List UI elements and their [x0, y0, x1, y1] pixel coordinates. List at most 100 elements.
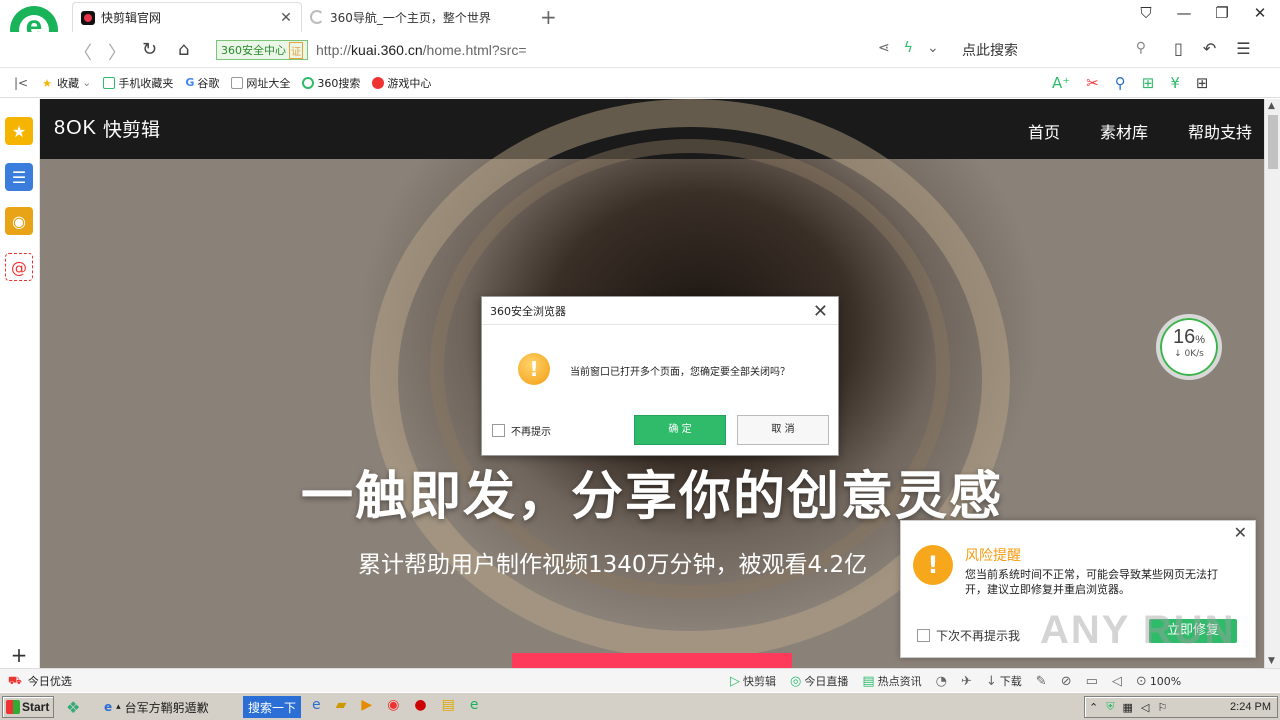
- hero-subtitle: 累计帮助用户制作视频1340万分钟，被观看4.2亿: [358, 552, 868, 578]
- chrome-icon[interactable]: ◉: [387, 697, 399, 713]
- windows-taskbar: Start ❖ e ▴ 台军方鞘躬遁歉 搜索一下 e ▰ ▶ ◉ ● ▤ e ⌃…: [0, 692, 1280, 720]
- download-icon: ↓: [985, 673, 997, 689]
- status-live[interactable]: ◎ 今日直播: [790, 673, 848, 689]
- mail-icon[interactable]: @: [5, 253, 33, 281]
- taskbar-search-button[interactable]: 搜索一下: [243, 696, 301, 718]
- tab-close-icon[interactable]: ✕: [279, 10, 293, 26]
- undo-icon[interactable]: ↶: [1203, 39, 1216, 58]
- refresh-icon[interactable]: ↻: [142, 39, 157, 60]
- status-news[interactable]: ▤ 热点资讯: [862, 673, 921, 689]
- bookmark-mobile[interactable]: 手机收藏夹: [103, 75, 173, 91]
- files-icon[interactable]: ▤: [442, 697, 455, 713]
- cancel-button[interactable]: 取 消: [737, 415, 829, 445]
- task-label: 台军方鞘躬遁歉: [124, 700, 209, 715]
- reader-icon[interactable]: ☰: [5, 163, 33, 191]
- mobile-icon[interactable]: ▯: [1174, 39, 1183, 58]
- checkbox-box[interactable]: [492, 424, 505, 437]
- flag-icon[interactable]: ⚐: [1157, 701, 1167, 714]
- confirm-button[interactable]: 确 定: [634, 415, 726, 445]
- vertical-scrollbar[interactable]: ▲ ▼: [1264, 99, 1280, 668]
- checkbox-box[interactable]: [917, 629, 930, 642]
- nav-home[interactable]: 首页: [1028, 119, 1060, 143]
- bookmark-sites[interactable]: 网址大全: [231, 75, 290, 91]
- translate-icon[interactable]: A⁺: [1052, 74, 1070, 92]
- rocket-icon[interactable]: ✈: [961, 674, 972, 689]
- system-tray: ⌃ ⛨ ▦ ◁ ⚐ 2:24 PM: [1084, 696, 1278, 718]
- speaker-icon[interactable]: ◁: [1141, 701, 1149, 714]
- forward-icon[interactable]: 〉: [108, 39, 126, 65]
- restore-icon[interactable]: ❐: [1212, 4, 1232, 22]
- close-window-icon[interactable]: ✕: [1250, 4, 1270, 22]
- grid-icon[interactable]: ⊞: [1196, 74, 1209, 92]
- ie-icon: e: [104, 700, 113, 714]
- chevron-down-icon[interactable]: ⌄: [927, 40, 939, 56]
- search-input[interactable]: 点此搜索 ⚲: [962, 38, 1152, 62]
- bookmark-label: 网址大全: [246, 76, 291, 90]
- window-icon[interactable]: ▭: [1086, 674, 1098, 689]
- add-icon[interactable]: +: [5, 641, 33, 669]
- menu-icon[interactable]: ☰: [1236, 39, 1250, 58]
- opera-icon[interactable]: ●: [414, 697, 426, 713]
- weibo-icon[interactable]: ◉: [5, 207, 33, 235]
- tray-expand-icon[interactable]: ⌃: [1089, 701, 1098, 714]
- network-speed-widget[interactable]: 16% ↓ 0K/s: [1156, 314, 1222, 380]
- start-button[interactable]: Start: [2, 696, 54, 718]
- search-icon[interactable]: ⚲: [1136, 40, 1146, 56]
- dialog-message: 当前窗口已打开多个页面，您确定要全部关闭吗？: [570, 367, 790, 378]
- new-tab-icon[interactable]: +: [540, 5, 557, 29]
- quicklaunch-icon[interactable]: ❖: [66, 696, 80, 718]
- magnifier-icon[interactable]: ⚲: [1115, 74, 1126, 92]
- status-item-label: 今日直播: [804, 675, 849, 688]
- scroll-thumb[interactable]: [1268, 115, 1278, 169]
- nav-help[interactable]: 帮助支持: [1188, 119, 1252, 143]
- dont-show-again-checkbox[interactable]: 下次不再提示我: [917, 627, 1020, 644]
- yuan-shield-icon[interactable]: ¥: [1170, 74, 1180, 92]
- network-tray-icon[interactable]: ▦: [1122, 701, 1132, 714]
- url-text[interactable]: http://kuai.360.cn/home.html?src=: [316, 42, 527, 58]
- status-download[interactable]: ↓ 下载: [986, 673, 1022, 689]
- share-icon[interactable]: ⋖: [878, 40, 890, 56]
- star-icon: ★: [42, 76, 52, 90]
- popup-close-icon[interactable]: ✕: [1234, 523, 1247, 542]
- dialog-close-icon[interactable]: ✕: [813, 301, 828, 322]
- media-player-icon[interactable]: ▶: [361, 697, 372, 713]
- download-button[interactable]: [512, 653, 792, 668]
- ie-icon[interactable]: e: [312, 697, 321, 713]
- volume-icon[interactable]: ◁: [1112, 674, 1122, 689]
- speedup-icon[interactable]: ◔: [936, 674, 947, 689]
- back-icon[interactable]: 〈: [74, 39, 92, 65]
- browser-360-icon[interactable]: e: [470, 697, 479, 713]
- bookmark-favorites[interactable]: ★ 收藏 ⌄: [42, 75, 91, 91]
- edit-icon[interactable]: ✎: [1036, 674, 1047, 689]
- collapse-sidebar-icon[interactable]: |<: [14, 76, 28, 90]
- shirt-skin-icon[interactable]: ⛉: [1136, 4, 1156, 22]
- browser-status-bar: ⛟ 今日优选 ▷ 快剪辑 ◎ 今日直播 ▤ 热点资讯 ◔ ✈ ↓ 下载 ✎ ⊘ ▭ ◁ …: [0, 668, 1280, 692]
- bookmark-google[interactable]: G 谷歌: [185, 75, 219, 91]
- scroll-up-icon[interactable]: ▲: [1268, 101, 1275, 111]
- tab-kuaijianji[interactable]: 快剪辑官网 ✕: [72, 2, 302, 32]
- shield-icon[interactable]: ⛨: [1106, 700, 1114, 714]
- nav-library[interactable]: 素材库: [1100, 119, 1148, 143]
- network-icon[interactable]: ⊘: [1061, 674, 1072, 689]
- dont-remind-checkbox[interactable]: 不再提示: [492, 423, 551, 438]
- scroll-down-icon[interactable]: ▼: [1268, 656, 1275, 666]
- certificate-icon: 证: [289, 41, 303, 59]
- home-icon[interactable]: ⌂: [178, 39, 189, 60]
- security-badge[interactable]: 360安全中心 证: [216, 40, 308, 60]
- site-logo[interactable]: 8OK 快剪辑: [54, 115, 160, 142]
- status-kuaijianji[interactable]: ▷ 快剪辑: [730, 673, 776, 689]
- favorites-icon[interactable]: ★: [5, 117, 33, 145]
- minimize-icon[interactable]: —: [1174, 4, 1194, 22]
- anyrun-watermark: ANY RUN: [1040, 608, 1236, 652]
- today-picks[interactable]: 今日优选: [28, 673, 72, 689]
- bookmark-games[interactable]: 游戏中心: [372, 75, 431, 91]
- folder-icon[interactable]: ▰: [336, 697, 347, 713]
- bookmark-360search[interactable]: 360搜索: [302, 75, 360, 91]
- tab-360-nav[interactable]: 360导航_一个主页，整个世界: [302, 2, 532, 32]
- address-bar[interactable]: 360安全中心 证 http://kuai.360.cn/home.html?s…: [216, 37, 946, 63]
- scissors-icon[interactable]: ✂: [1086, 74, 1099, 92]
- lightning-icon[interactable]: ϟ: [904, 40, 913, 56]
- zoom-control[interactable]: ⊙ 100%: [1136, 674, 1181, 689]
- gamepad-icon[interactable]: ⊞: [1142, 74, 1155, 92]
- taskbar-ie-task[interactable]: e ▴ 台军方鞘躬遁歉: [104, 696, 240, 718]
